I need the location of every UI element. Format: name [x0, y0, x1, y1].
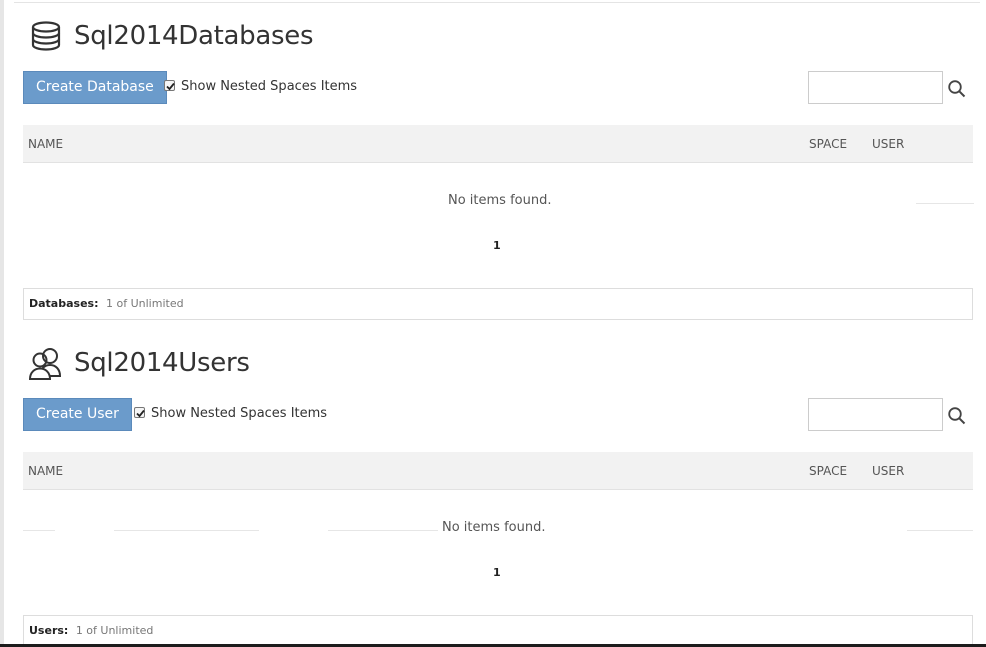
quota-label: Databases:	[29, 297, 99, 310]
databases-show-nested-toggle[interactable]: Show Nested Spaces Items	[164, 79, 357, 94]
users-show-nested-toggle[interactable]: Show Nested Spaces Items	[134, 406, 327, 421]
row-divider	[328, 530, 438, 531]
users-page-title: Sql2014Users	[74, 348, 250, 378]
search-icon[interactable]	[947, 406, 967, 426]
users-empty-message: No items found.	[442, 520, 546, 535]
search-icon[interactable]	[947, 79, 967, 99]
create-database-button[interactable]: Create Database	[23, 71, 167, 104]
databases-nested-checkbox[interactable]	[164, 80, 175, 91]
users-icon	[27, 344, 65, 382]
users-search-input[interactable]	[808, 398, 943, 431]
databases-pager-page[interactable]: 1	[493, 239, 501, 252]
databases-empty-message: No items found.	[448, 193, 552, 208]
row-divider	[916, 203, 974, 204]
users-grid-header: NAME SPACE USER	[23, 452, 973, 490]
database-icon	[27, 17, 65, 55]
column-header-user[interactable]: USER	[872, 137, 904, 151]
users-nested-checkbox[interactable]	[134, 407, 145, 418]
row-divider	[907, 530, 973, 531]
quota-label: Users:	[29, 624, 69, 637]
users-quota: Users: 1 of Unlimited	[23, 615, 973, 647]
databases-quota: Databases: 1 of Unlimited	[23, 288, 973, 320]
create-user-button[interactable]: Create User	[23, 398, 132, 431]
databases-page-title: Sql2014Databases	[74, 21, 314, 51]
checkmark-icon	[166, 82, 175, 91]
left-rail	[0, 0, 4, 647]
row-divider	[23, 530, 55, 531]
users-pager-page[interactable]: 1	[493, 566, 501, 579]
databases-grid-header: NAME SPACE USER	[23, 125, 973, 163]
page: Sql2014Databases Create Database Show Ne…	[0, 0, 986, 647]
quota-value: 1 of Unlimited	[75, 624, 154, 637]
databases-nested-label: Show Nested Spaces Items	[181, 79, 358, 94]
column-header-user[interactable]: USER	[872, 464, 904, 478]
column-header-name[interactable]: NAME	[28, 464, 63, 478]
row-divider	[114, 530, 259, 531]
column-header-space[interactable]: SPACE	[809, 464, 847, 478]
users-title-row: Sql2014Users	[23, 344, 250, 382]
databases-search-input[interactable]	[808, 71, 943, 104]
users-nested-label: Show Nested Spaces Items	[151, 406, 328, 421]
checkmark-icon	[136, 409, 145, 418]
column-header-space[interactable]: SPACE	[809, 137, 847, 151]
column-header-name[interactable]: NAME	[28, 137, 63, 151]
databases-title-row: Sql2014Databases	[23, 17, 314, 55]
users-section: Sql2014Users Create User Show Nested Spa…	[23, 327, 973, 647]
databases-section: Sql2014Databases Create Database Show Ne…	[23, 0, 974, 320]
quota-value: 1 of Unlimited	[106, 297, 184, 310]
